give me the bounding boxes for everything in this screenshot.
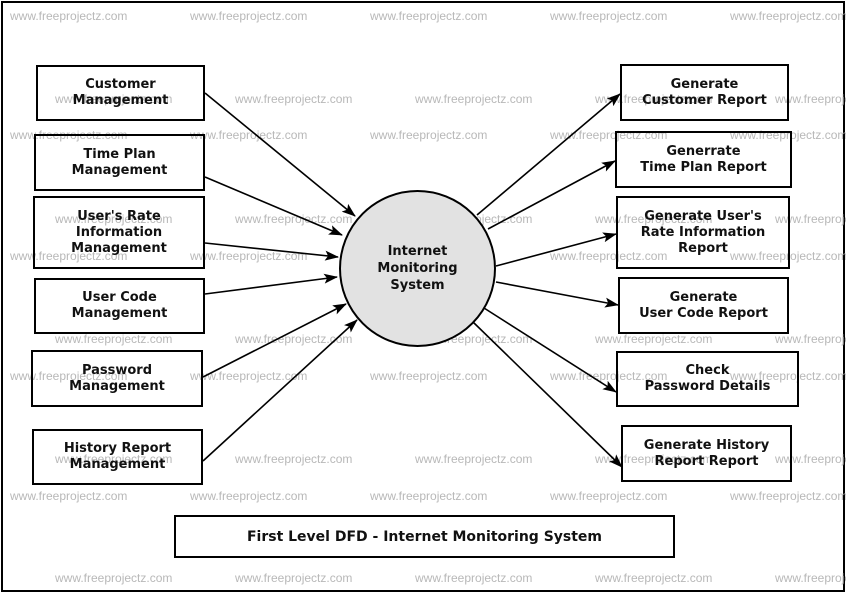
flow-arrow-generate-users-rate-information-report [495, 232, 617, 267]
flow-arrow-time-plan-management [204, 176, 343, 236]
flow-arrow-user-code-management [204, 273, 338, 295]
flow-arrow-users-rate-information-management [204, 242, 339, 261]
flow-arrow-history-report-management [202, 319, 358, 462]
dfd-canvas: www.freeprojectz.com www.freeprojectz.com… [0, 0, 846, 593]
flow-arrow-generate-user-code-report [495, 281, 619, 308]
central-process-label: Internet Monitoring System [377, 244, 458, 293]
flow-arrow-check-password-details [483, 307, 617, 393]
diagram-title: First Level DFD - Internet Monitoring Sy… [174, 515, 675, 558]
flow-arrow-password-management [202, 303, 347, 378]
flow-arrow-customer-management [204, 92, 356, 217]
flow-arrow-generrate-time-plan-report [487, 160, 616, 230]
